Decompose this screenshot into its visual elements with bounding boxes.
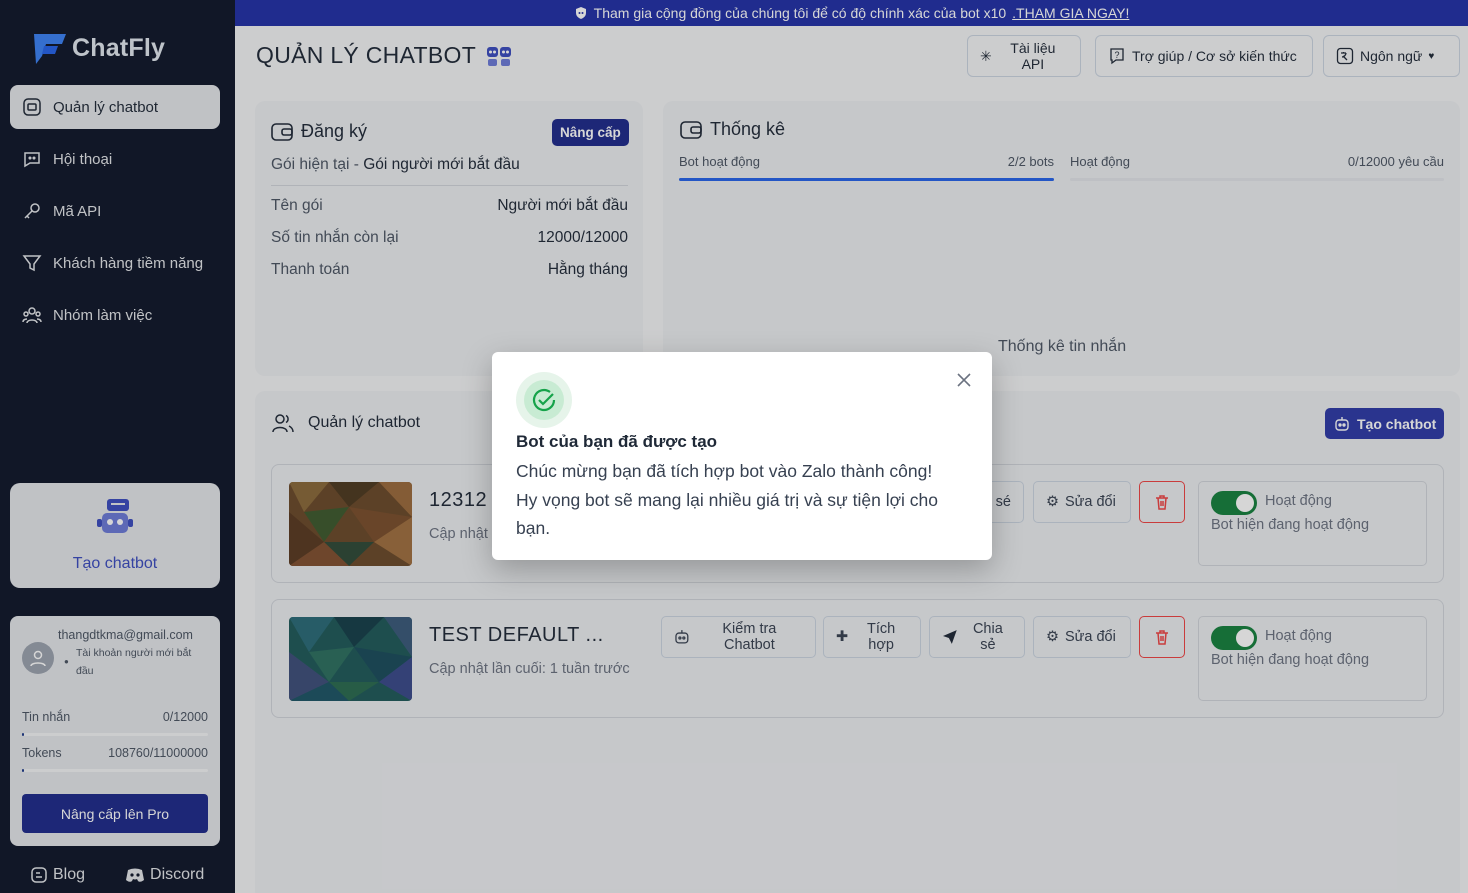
modal-body-line: Chúc mừng bạn đã tích hợp bot vào Zalo t… (516, 461, 933, 481)
success-modal: Bot của bạn đã được tạo Chúc mừng bạn đã… (492, 352, 992, 560)
modal-body-line: bạn. (516, 518, 551, 538)
modal-body-line: Hy vọng bot sẽ mang lại nhiều giá trị và… (516, 489, 939, 510)
close-icon[interactable] (954, 370, 974, 390)
modal-body: Chúc mừng bạn đã tích hợp bot vào Zalo t… (516, 457, 966, 543)
success-icon-wrap (516, 372, 572, 428)
modal-title: Bot của bạn đã được tạo (516, 432, 718, 451)
check-circle-icon (532, 388, 556, 412)
